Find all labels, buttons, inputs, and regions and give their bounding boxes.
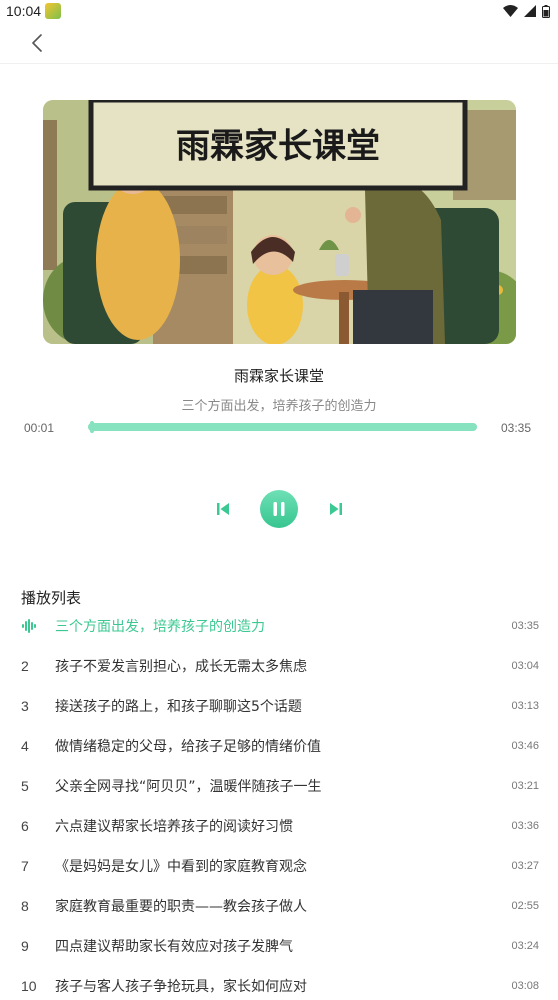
- playlist-item-index: 7: [21, 858, 29, 874]
- current-time: 00:01: [24, 421, 55, 435]
- playlist-item-title: 孩子不爱发言别担心，成长无需太多焦虑: [55, 659, 307, 675]
- track-title: 雨霖家长课堂: [233, 367, 324, 385]
- progress-bar[interactable]: [88, 421, 477, 433]
- playlist-item-duration: 03:35: [511, 620, 539, 632]
- playlist-item[interactable]: 三个方面出发，培养孩子的创造力 03:35: [0, 606, 558, 646]
- playlist-item-duration: 03:13: [511, 700, 539, 712]
- playlist-item-title: 三个方面出发，培养孩子的创造力: [55, 619, 265, 635]
- playlist-item-duration: 03:21: [511, 780, 539, 792]
- skip-previous-icon: [217, 503, 229, 515]
- next-button[interactable]: [326, 499, 346, 519]
- playlist-item-title: 《是妈妈是女儿》中看到的家庭教育观念: [55, 859, 307, 875]
- playlist-item-title: 六点建议帮家长培养孩子的阅读好习惯: [55, 819, 293, 835]
- playlist-item-duration: 03:36: [511, 820, 539, 832]
- playlist-item-title: 父亲全网寻找“阿贝贝”，温暖伴随孩子一生: [55, 779, 322, 795]
- playlist-item-duration: 03:46: [511, 740, 539, 752]
- playlist-item[interactable]: 10 孩子与客人孩子争抢玩具，家长如何应对 03:08: [0, 966, 558, 1000]
- skip-next-icon: [330, 503, 342, 515]
- playlist-item-duration: 03:04: [511, 660, 539, 672]
- playlist-item-duration: 03:24: [511, 940, 539, 952]
- playlist-heading: 播放列表: [21, 589, 82, 607]
- progress-fill: [88, 423, 477, 431]
- playlist-item-duration: 03:08: [511, 980, 539, 992]
- wifi-icon: [503, 5, 518, 17]
- status-time: 10:04: [6, 3, 42, 19]
- previous-button[interactable]: [213, 499, 233, 519]
- playlist-item-index: 4: [21, 738, 29, 754]
- playlist-item-index: 8: [21, 898, 29, 914]
- chevron-left-icon: [32, 34, 42, 52]
- playlist-item-duration: 02:55: [511, 900, 539, 912]
- playlist-item[interactable]: 4 做情绪稳定的父母，给孩子足够的情绪价值 03:46: [0, 726, 558, 766]
- playlist-item[interactable]: 7 《是妈妈是女儿》中看到的家庭教育观念 03:27: [0, 846, 558, 886]
- back-button[interactable]: [24, 30, 50, 56]
- nav-bar: [0, 22, 558, 64]
- playlist-item-index: 2: [21, 658, 29, 674]
- playlist-item-index: 6: [21, 818, 29, 834]
- playlist-item-title: 四点建议帮助家长有效应对孩子发脾气: [55, 939, 293, 955]
- app-badge-icon: [45, 3, 62, 19]
- playlist-item-title: 孩子与客人孩子争抢玩具，家长如何应对: [55, 979, 307, 995]
- status-bar: 10:04: [0, 0, 558, 22]
- signal-icon: [524, 5, 536, 17]
- playlist-item[interactable]: 2 孩子不爱发言别担心，成长无需太多焦虑 03:04: [0, 646, 558, 686]
- playlist-item-title: 家庭教育最重要的职责——教会孩子做人: [55, 899, 307, 915]
- playlist-item[interactable]: 9 四点建议帮助家长有效应对孩子发脾气 03:24: [0, 926, 558, 966]
- playlist-item-duration: 03:27: [511, 860, 539, 872]
- playlist-item-title: 接送孩子的路上，和孩子聊聊这5个话题: [55, 699, 302, 715]
- playlist-item-index: 10: [21, 978, 37, 994]
- total-time: 03:35: [501, 421, 532, 435]
- playlist-item[interactable]: 6 六点建议帮家长培养孩子的阅读好习惯 03:36: [0, 806, 558, 846]
- pause-button[interactable]: [260, 490, 298, 528]
- track-subtitle: 三个方面出发，培养孩子的创造力: [181, 399, 377, 414]
- cover-illustration: 雨霖家长课堂: [43, 100, 516, 344]
- progress-knob[interactable]: [90, 421, 94, 433]
- status-left: 10:04: [6, 3, 62, 19]
- playlist-item[interactable]: 5 父亲全网寻找“阿贝贝”，温暖伴随孩子一生 03:21: [0, 766, 558, 806]
- playback-controls: [0, 489, 558, 529]
- battery-icon: [542, 4, 550, 18]
- playlist: 三个方面出发，培养孩子的创造力 03:35 2 孩子不爱发言别担心，成长无需太多焦虑 0…: [0, 606, 558, 1000]
- status-right: [503, 4, 550, 18]
- album-cover: 雨霖家长课堂: [43, 100, 516, 344]
- pause-icon: [273, 502, 285, 516]
- playlist-item[interactable]: 8 家庭教育最重要的职责——教会孩子做人 02:55: [0, 886, 558, 926]
- now-playing-wave-icon: [22, 619, 36, 633]
- playlist-item-index: 9: [21, 938, 29, 954]
- playlist-item[interactable]: 3 接送孩子的路上，和孩子聊聊这5个话题 03:13: [0, 686, 558, 726]
- playlist-item-index: 3: [21, 698, 29, 714]
- playlist-item-title: 做情绪稳定的父母，给孩子足够的情绪价值: [55, 739, 321, 755]
- playlist-item-index: 5: [21, 778, 29, 794]
- cover-title-text: 雨霖家长课堂: [176, 127, 380, 167]
